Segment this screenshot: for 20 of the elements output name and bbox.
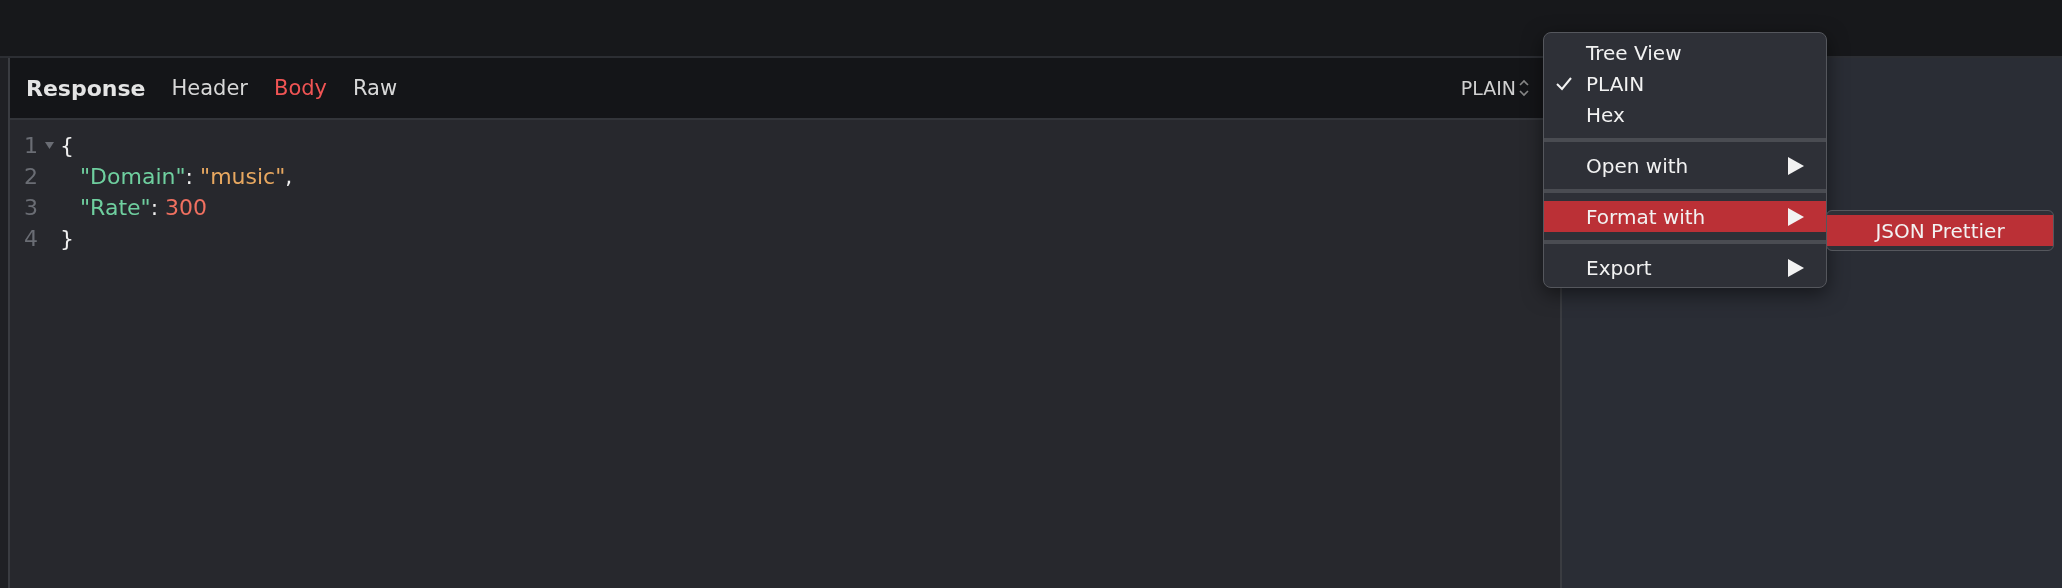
menu-item[interactable]: Hex	[1544, 99, 1826, 130]
line-number: 1	[23, 133, 38, 158]
format-select[interactable]: PLAIN	[1460, 77, 1530, 99]
menu-item[interactable]: PLAIN	[1544, 68, 1826, 99]
line-number: 4	[23, 226, 38, 251]
tab[interactable]: Raw	[353, 76, 398, 100]
menu-item[interactable]: JSON Prettier	[1827, 215, 2053, 246]
code-line: "Rate": 300	[80, 195, 208, 220]
menu-item[interactable]: Tree View	[1544, 37, 1826, 68]
line-number: 2	[23, 164, 38, 189]
tab[interactable]: Header	[171, 76, 248, 100]
menu-item[interactable]: Open with	[1544, 150, 1826, 181]
code-line: {	[60, 133, 74, 158]
line-number: 3	[23, 195, 38, 220]
code-line: }	[60, 226, 74, 251]
menu-item[interactable]: Export	[1544, 252, 1826, 283]
code-line: "Domain": "music",	[80, 164, 293, 189]
menu-item[interactable]: Format with	[1544, 201, 1826, 232]
tab[interactable]: Body	[273, 76, 327, 100]
response-title: Response	[26, 75, 146, 101]
